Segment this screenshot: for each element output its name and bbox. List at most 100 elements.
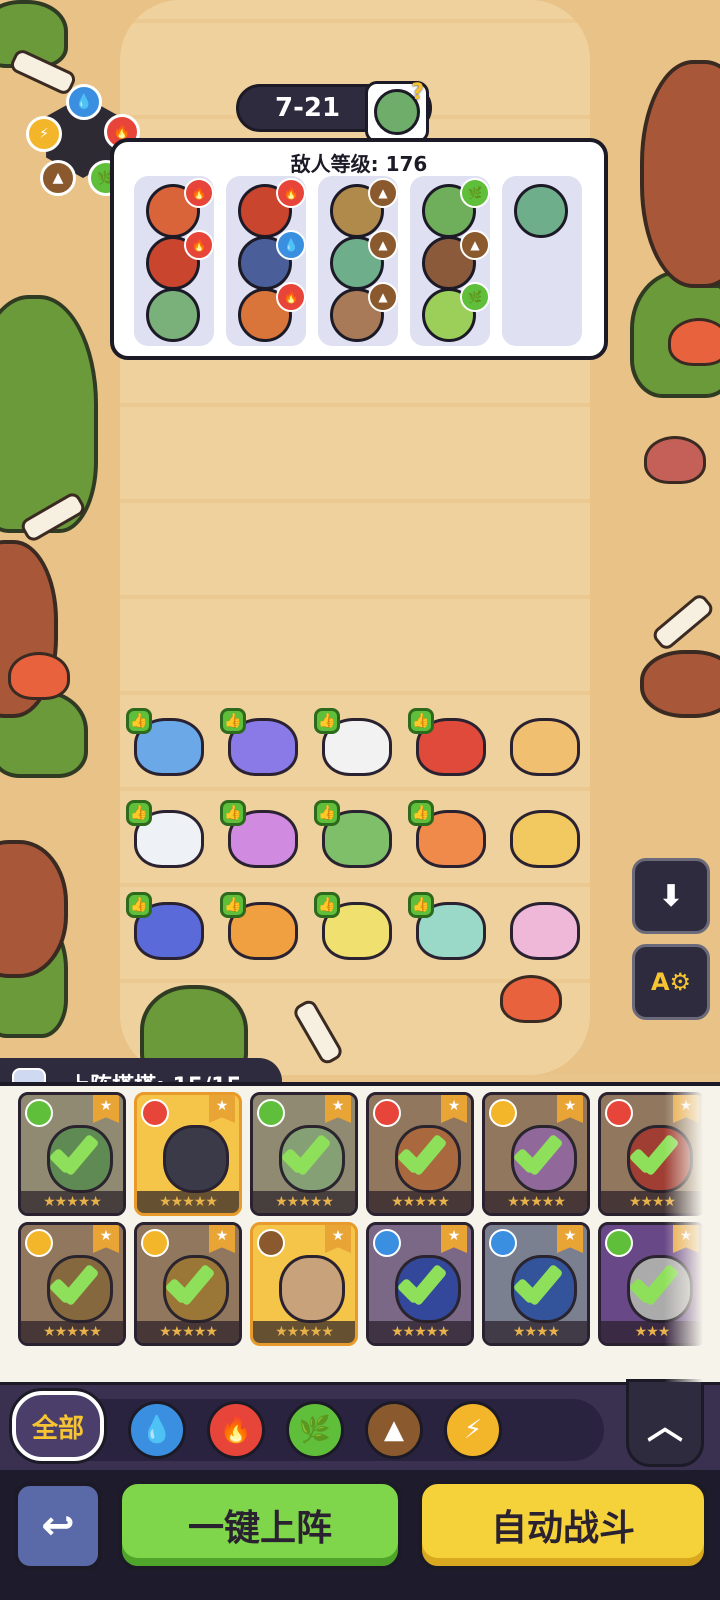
star-badge-icon: ★ [557,1095,583,1123]
formation-slot[interactable] [502,708,582,778]
cactus-decoration [0,295,98,533]
enemy-level-label: 敌人等级: 176 [290,152,428,176]
thumbs-up-icon: 👍 [220,892,246,918]
fire-icon: 🔥 [276,178,306,208]
filter-earth-button[interactable]: ▲ [365,1401,423,1459]
formation-slot[interactable]: 👍 [220,800,300,870]
enemy-column: 🌿 ▲ 🌿 [410,176,490,346]
save-formation-button[interactable]: ⬇ [632,858,710,934]
earth-icon [257,1229,285,1257]
formation-slot[interactable]: 👍 [314,800,394,870]
thunder-icon: ⚡ [26,116,62,152]
enemy-column: ▲ ▲ ▲ [318,176,398,346]
fire-icon [605,1099,633,1127]
back-button[interactable]: ↩ [14,1482,102,1570]
water-icon [489,1229,517,1257]
checkmark-icon [51,1263,99,1303]
leaf-icon: 🌿 [460,178,490,208]
thumbs-up-icon: 👍 [314,800,340,826]
earth-icon: ▲ [40,160,76,196]
earth-icon: ▲ [368,178,398,208]
rock-decoration [640,650,720,718]
pet-card[interactable]: ★ ★★★★★ [250,1092,358,1216]
checkmark-icon [167,1263,215,1303]
formation-slot[interactable]: 👍 [314,892,394,962]
earth-icon: ▲ [384,1415,404,1445]
collapse-tray-button[interactable]: ︿ [626,1379,704,1467]
star-rating: ★★★★★ [137,1321,239,1343]
pet-card[interactable]: ★ ★★★★★ [250,1222,358,1346]
formation-slot[interactable]: 👍 [314,708,394,778]
pet-card[interactable]: ★★★★★ [482,1222,590,1346]
formation-slot[interactable] [502,892,582,962]
stage-label: 7-21 [275,93,341,123]
leaf-icon [605,1229,633,1257]
star-badge-icon: ★ [93,1095,119,1123]
star-rating: ★★★★★ [137,1191,239,1213]
auto-settings-icon: A⚙ [650,968,692,996]
filter-water-button[interactable]: 💧 [128,1401,186,1459]
battle-field: 💧 🔥 🌿 ▲ ⚡ 7-21 ? 敌人等级: 176 🔥 🔥 🔥 💧 🔥 ▲ ▲ ▲ 🌿 ▲ 🌿 👍… [0,0,720,1075]
formation-slot[interactable]: 👍 [220,892,300,962]
pet-card[interactable]: ★ ★★★★★ [134,1222,242,1346]
star-badge-icon: ★ [557,1225,583,1253]
pet-card[interactable]: ★ ★★★★★ [134,1092,242,1216]
pet-card[interactable]: ★ ★★★★★ [366,1092,474,1216]
formation-slot[interactable]: 👍 [126,800,206,870]
filter-all-button[interactable]: 全部 [12,1391,104,1461]
pet-sprite [510,810,580,868]
formation-slot[interactable]: 👍 [220,708,300,778]
checkmark-icon [399,1263,447,1303]
formation-slot[interactable]: 👍 [408,892,488,962]
auto-battle-button[interactable]: 自动战斗 [418,1480,708,1570]
thunder-icon [25,1229,53,1257]
star-badge-icon: ★ [93,1225,119,1253]
fire-icon [141,1099,169,1127]
checkmark-icon [283,1133,331,1173]
star-rating: ★★★★★ [369,1191,471,1213]
filter-leaf-button[interactable]: 🌿 [286,1401,344,1459]
star-badge-icon: ★ [325,1225,351,1253]
pet-card[interactable]: ★ ★★★★★ [482,1092,590,1216]
thunder-icon [489,1099,517,1127]
enemy-column: 🔥 💧 🔥 [226,176,306,346]
formation-slot[interactable]: 👍 [126,892,206,962]
thumbs-up-icon: 👍 [126,800,152,826]
thumbs-up-icon: 👍 [220,708,246,734]
auto-settings-button[interactable]: A⚙ [632,944,710,1020]
pet-portrait [163,1125,229,1193]
flower-decoration [668,318,720,366]
checkmark-icon [515,1133,563,1173]
earth-icon: ▲ [368,282,398,312]
formation-slot[interactable] [502,800,582,870]
enemy-portrait[interactable] [146,288,200,342]
thumbs-up-icon: 👍 [126,708,152,734]
filter-fire-button[interactable]: 🔥 [207,1401,265,1459]
one-click-deploy-button[interactable]: 一键上阵 [118,1480,402,1570]
boss-preview-button[interactable]: ? [365,80,429,143]
enemy-panel: 敌人等级: 176 🔥 🔥 🔥 💧 🔥 ▲ ▲ ▲ 🌿 ▲ 🌿 [110,138,608,360]
rock-decoration [640,60,720,288]
formation-slot[interactable]: 👍 [408,800,488,870]
pet-card[interactable]: ★ ★★★★★ [366,1222,474,1346]
pet-card[interactable]: ★ ★★★★★ [18,1222,126,1346]
pet-card[interactable]: ★ ★★★★★ [18,1092,126,1216]
enemy-column: 🔥 🔥 [134,176,214,346]
thunder-icon: ⚡ [463,1415,483,1445]
filter-thunder-button[interactable]: ⚡ [444,1401,502,1459]
fire-icon: 🔥 [184,178,214,208]
element-filter-bar: 全部 💧 🔥 🌿 ▲ ⚡ ︿ [0,1379,720,1470]
star-badge-icon: ★ [209,1095,235,1123]
thumbs-up-icon: 👍 [408,708,434,734]
earth-icon: ▲ [368,230,398,260]
bone-decoration [650,591,716,653]
star-rating: ★★★★★ [369,1321,471,1343]
enemy-portrait[interactable] [514,184,568,238]
fire-icon: 🔥 [276,282,306,312]
formation-slot[interactable]: 👍 [126,708,206,778]
star-rating: ★★★★★ [21,1191,123,1213]
flower-decoration [8,652,70,700]
formation-slot[interactable]: 👍 [408,708,488,778]
earth-icon: ▲ [460,230,490,260]
star-rating: ★★★★ [485,1321,587,1343]
